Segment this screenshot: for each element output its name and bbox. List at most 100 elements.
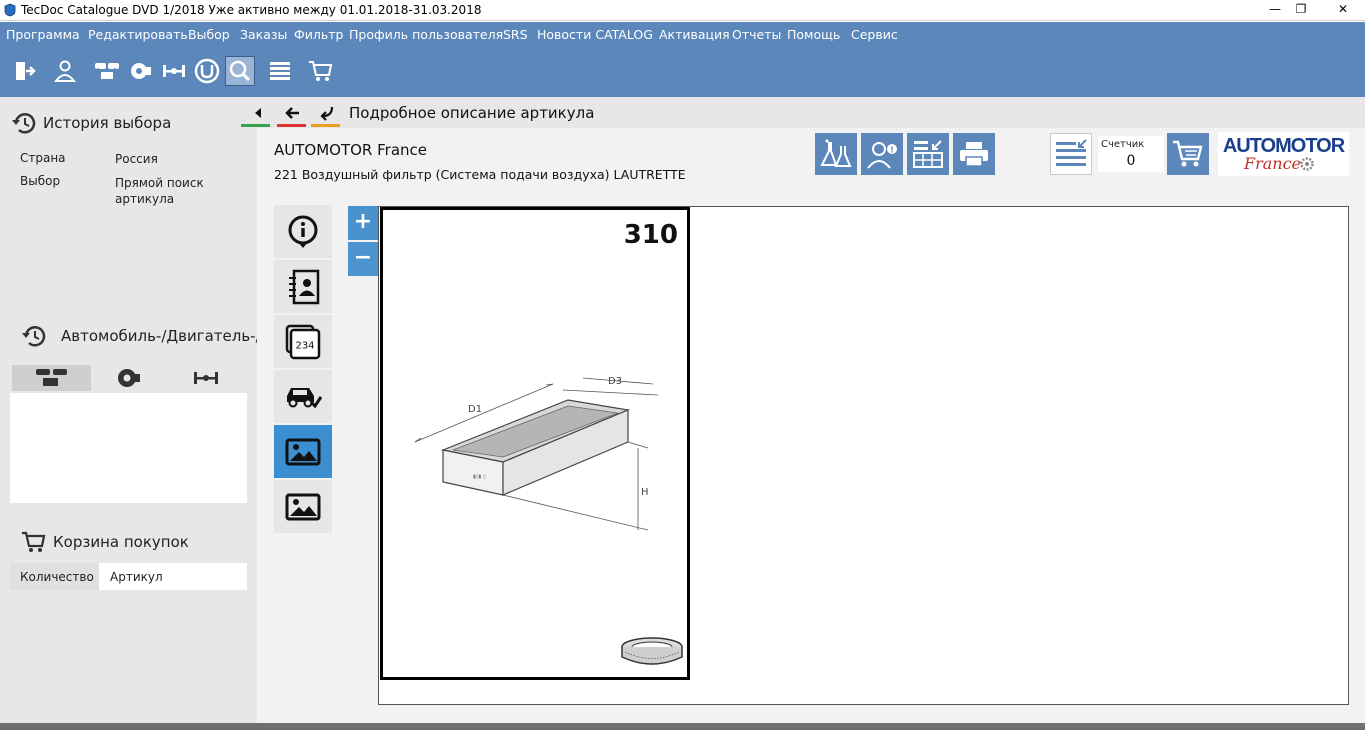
support-button[interactable]: ! <box>861 133 903 175</box>
collapse-indicator <box>241 124 270 127</box>
cart-icon <box>22 531 46 552</box>
list-icon[interactable] <box>265 56 295 86</box>
axle-icon[interactable] <box>159 56 189 86</box>
menu-srs[interactable]: SRS <box>503 27 528 42</box>
counter-value: 0 <box>1126 153 1136 169</box>
import-list-button[interactable] <box>907 133 949 175</box>
menu-selection[interactable]: Выбор <box>188 27 230 42</box>
history-title: История выбора <box>43 114 172 132</box>
history-key-selection: Выбор <box>20 174 61 188</box>
back-button[interactable] <box>277 99 306 126</box>
list-import-button[interactable] <box>1050 133 1092 175</box>
history-icon <box>22 326 46 347</box>
toolbar <box>0 48 1365 97</box>
collapse-panel-button[interactable] <box>243 99 272 126</box>
menu-reports[interactable]: Отчеты <box>732 27 781 42</box>
menu-edit[interactable]: Редактировать <box>88 27 188 42</box>
svg-text:234: 234 <box>295 340 314 351</box>
vehicle-type-tabs <box>10 365 247 391</box>
menu-news[interactable]: Новости CATALOG <box>537 27 653 42</box>
cart-columns: Количество Артикул <box>10 563 247 590</box>
list-arrow-icon <box>1056 139 1087 166</box>
tab-references[interactable]: 234 <box>274 315 332 368</box>
print-button[interactable] <box>953 133 995 175</box>
menu-help[interactable]: Помощь <box>787 27 840 42</box>
menu-user-profile[interactable]: Профиль пользователя <box>349 27 503 42</box>
tab-contacts[interactable] <box>274 260 332 313</box>
return-arrow-icon <box>319 106 333 121</box>
table-import-icon <box>913 140 943 168</box>
image-icon <box>285 438 321 465</box>
history-icon <box>12 113 36 134</box>
zoom-out-button[interactable]: − <box>348 242 378 276</box>
close-button[interactable]: ✕ <box>1323 0 1363 20</box>
dim-label-h: H <box>641 487 649 498</box>
image-icon <box>285 493 321 520</box>
tab-info[interactable] <box>274 205 332 258</box>
exit-icon[interactable] <box>9 56 39 86</box>
main-area: AUTOMOTOR France 221 Воздушный фильтр (С… <box>257 128 1365 723</box>
cart-column-article[interactable]: Артикул <box>99 563 247 590</box>
menu-orders[interactable]: Заказы <box>240 27 287 42</box>
minimize-button[interactable]: — <box>1261 0 1289 20</box>
svg-text:▮▯▮ ▯: ▮▯▮ ▯ <box>473 474 486 480</box>
tab-engine[interactable] <box>89 365 168 391</box>
menu-program[interactable]: Программа <box>6 27 80 42</box>
product-drawing: 310 ▮▯▮ ▯ D1 D3 H <box>380 207 690 680</box>
dim-label-d1: D1 <box>468 404 482 415</box>
vehicle-title: Автомобиль-/Двигатель-/ <box>61 327 261 345</box>
left-panel: История выбора Страна Россия Выбор Прямо… <box>0 97 261 723</box>
tab-axle[interactable] <box>166 365 245 391</box>
cart-title: Корзина покупок <box>53 533 189 551</box>
brand-logo: AUTOMOTOR France <box>1218 132 1349 176</box>
tab-image-1[interactable] <box>274 425 332 478</box>
round-filter-icon <box>621 637 683 665</box>
tab-image-2[interactable] <box>274 480 332 533</box>
info-icon <box>288 215 318 248</box>
image-viewer[interactable]: 310 ▮▯▮ ▯ D1 D3 H <box>378 206 1349 705</box>
engine-icon[interactable] <box>126 56 156 86</box>
svg-text:!: ! <box>890 146 894 155</box>
history-key-country: Страна <box>20 151 66 165</box>
cart-column-quantity[interactable]: Количество <box>10 563 99 590</box>
tab-vehicles[interactable] <box>274 370 332 423</box>
menu-filter[interactable]: Фильтр <box>294 27 343 42</box>
article-description: 221 Воздушный фильтр (Система подачи воз… <box>274 167 686 182</box>
user-icon[interactable] <box>50 56 80 86</box>
add-to-cart-button[interactable] <box>1167 133 1209 175</box>
arrow-left-icon <box>284 106 299 119</box>
flask-icon <box>820 139 852 167</box>
cart-header: Корзина покупок <box>20 529 189 555</box>
tab-cars-trucks[interactable] <box>12 365 91 391</box>
history-value-selection: Прямой поиск артикула <box>115 176 204 206</box>
page-title: Подробное описание артикула <box>349 104 595 122</box>
vehicles-icon[interactable] <box>92 56 122 86</box>
engine-icon <box>117 369 140 387</box>
car-check-icon <box>287 387 322 408</box>
vehicle-list[interactable] <box>10 393 247 503</box>
detail-tabs: 234 <box>274 205 332 535</box>
return-button[interactable] <box>311 99 340 126</box>
axle-icon <box>193 372 218 384</box>
support-person-icon: ! <box>867 142 897 169</box>
search-icon[interactable] <box>225 56 255 86</box>
gear-icon <box>1300 157 1314 171</box>
dim-label-d3: D3 <box>608 376 622 387</box>
app-icon <box>4 3 16 17</box>
lab-test-button[interactable] <box>815 133 857 175</box>
universal-icon[interactable] <box>192 56 222 86</box>
menu-activation[interactable]: Активация <box>659 27 730 42</box>
cart-icon[interactable] <box>305 56 335 86</box>
address-book-icon <box>289 269 320 304</box>
window-title: TecDoc Catalogue DVD 1/2018 Уже активно … <box>21 3 482 17</box>
maximize-button[interactable]: ❐ <box>1287 0 1315 20</box>
menu-bar: Программа Редактировать Выбор Заказы Фил… <box>0 22 1365 48</box>
zoom-in-button[interactable]: + <box>348 206 378 240</box>
navigation-strip: Подробное описание артикула <box>241 97 1365 128</box>
vehicle-header: Автомобиль-/Двигатель-/ <box>20 323 261 349</box>
title-bar: TecDoc Catalogue DVD 1/2018 Уже активно … <box>0 0 1365 21</box>
cart-icon <box>1173 140 1203 167</box>
numbers-stack-icon: 234 <box>285 324 321 359</box>
menu-service[interactable]: Сервис <box>851 27 898 42</box>
status-bar <box>0 723 1365 730</box>
